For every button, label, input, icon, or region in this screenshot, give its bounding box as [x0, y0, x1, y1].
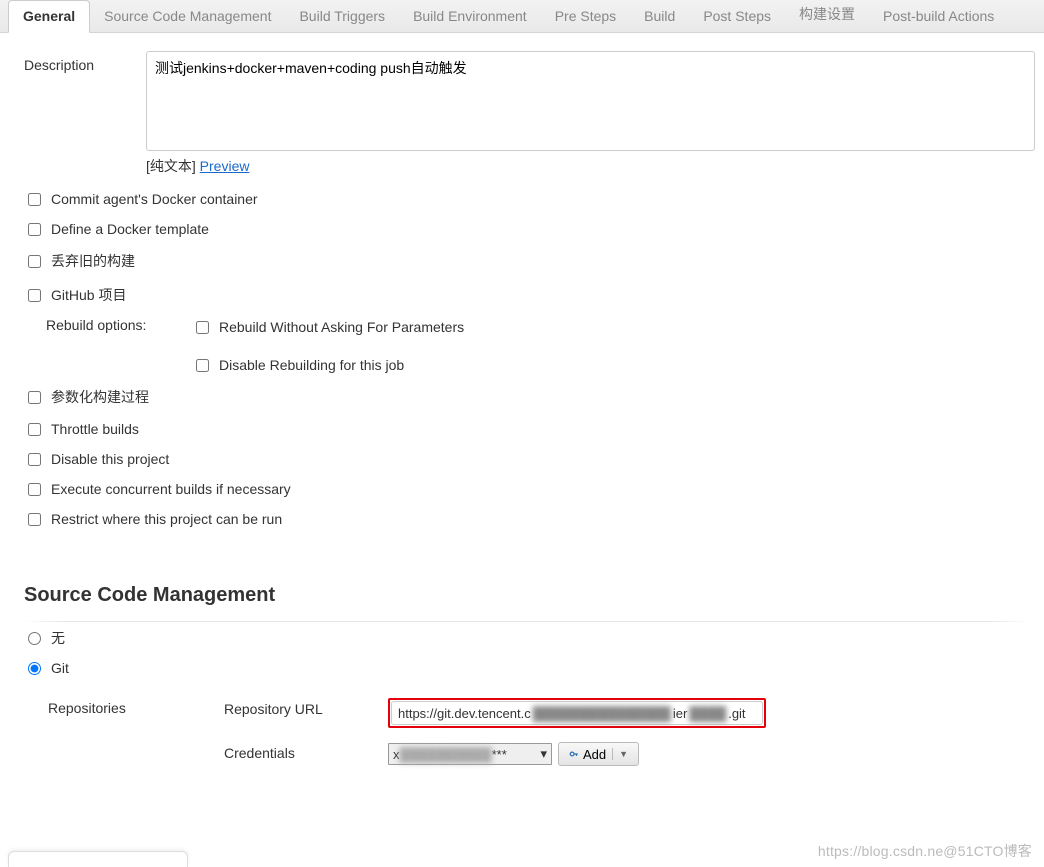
config-tabs: General Source Code Management Build Tri…	[0, 0, 1044, 33]
scm-heading: Source Code Management	[24, 584, 1029, 607]
throttle-builds-checkbox[interactable]	[28, 423, 41, 436]
rebuild-options-label: Rebuild options:	[24, 312, 192, 333]
scm-none-radio[interactable]	[28, 632, 41, 645]
watermark: https://blog.csdn.ne@51CTO博客	[818, 841, 1032, 861]
define-docker-template-label: Define a Docker template	[51, 221, 209, 237]
credentials-select[interactable]: x██████████*** ▾	[388, 743, 552, 765]
disable-rebuilding-label: Disable Rebuilding for this job	[219, 357, 404, 373]
scm-section: Source Code Management 无 Git Repositorie…	[24, 584, 1029, 776]
define-docker-template-checkbox[interactable]	[28, 223, 41, 236]
throttle-builds-label: Throttle builds	[51, 421, 139, 437]
commit-agent-docker-checkbox[interactable]	[28, 193, 41, 206]
chevron-down-icon: ▾	[540, 746, 547, 762]
disable-project-label: Disable this project	[51, 451, 169, 467]
concurrent-builds-checkbox[interactable]	[28, 483, 41, 496]
plaintext-indicator: [纯文本]	[146, 158, 200, 174]
disable-project-checkbox[interactable]	[28, 453, 41, 466]
chevron-down-icon: ▼	[619, 749, 628, 759]
general-section: Description [纯文本] Preview Commit agent's…	[0, 33, 1044, 776]
repository-url-label: Repository URL	[224, 698, 388, 717]
restrict-node-label: Restrict where this project can be run	[51, 511, 282, 527]
disable-rebuilding-checkbox[interactable]	[196, 359, 209, 372]
commit-agent-docker-label: Commit agent's Docker container	[51, 191, 258, 207]
tab-general[interactable]: General	[8, 0, 90, 33]
description-format-helper: [纯文本] Preview	[146, 156, 1035, 176]
tab-build-settings-zh[interactable]: 构建设置	[785, 0, 869, 32]
tab-build-triggers[interactable]: Build Triggers	[285, 1, 399, 32]
add-credentials-button[interactable]: Add ▼	[558, 742, 639, 766]
floating-card	[8, 851, 188, 867]
repository-url-input[interactable]: https://git.dev.tencent.c███████████████…	[391, 701, 763, 725]
add-button-label: Add	[583, 747, 606, 762]
discard-old-builds-label: 丢弃旧的构建	[51, 251, 135, 271]
tab-pre-steps[interactable]: Pre Steps	[541, 1, 630, 32]
key-icon	[569, 749, 579, 759]
repository-url-highlight: https://git.dev.tencent.c███████████████…	[388, 698, 766, 728]
preview-link[interactable]: Preview	[200, 158, 250, 174]
scm-git-label: Git	[51, 660, 69, 676]
concurrent-builds-label: Execute concurrent builds if necessary	[51, 481, 291, 497]
repositories-label: Repositories	[48, 698, 188, 716]
github-project-label: GitHub 项目	[51, 285, 126, 305]
rebuild-without-asking-checkbox[interactable]	[196, 321, 209, 334]
tab-build-environment[interactable]: Build Environment	[399, 1, 541, 32]
tab-build[interactable]: Build	[630, 1, 689, 32]
parameterized-build-checkbox[interactable]	[28, 391, 41, 404]
parameterized-build-label: 参数化构建过程	[51, 387, 149, 407]
github-project-checkbox[interactable]	[28, 289, 41, 302]
restrict-node-checkbox[interactable]	[28, 513, 41, 526]
tab-post-build-actions[interactable]: Post-build Actions	[869, 1, 1008, 32]
scm-git-radio[interactable]	[28, 662, 41, 675]
tab-scm[interactable]: Source Code Management	[90, 1, 285, 32]
scm-none-label: 无	[51, 628, 65, 648]
tab-post-steps[interactable]: Post Steps	[689, 1, 785, 32]
credentials-label: Credentials	[224, 742, 388, 761]
rebuild-without-asking-label: Rebuild Without Asking For Parameters	[219, 319, 464, 335]
description-label: Description	[24, 51, 146, 73]
description-textarea[interactable]	[146, 51, 1035, 151]
discard-old-builds-checkbox[interactable]	[28, 255, 41, 268]
